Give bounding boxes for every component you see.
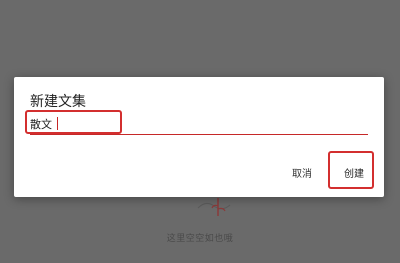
cancel-button[interactable]: 取消: [292, 165, 312, 180]
new-collection-dialog: 新建文集 取消 创建: [14, 77, 384, 197]
empty-state-text: 这里空空如也哦: [166, 234, 234, 244]
input-highlight-box: [25, 110, 122, 134]
create-highlight-box: [328, 151, 374, 189]
empty-state-illustration: [197, 198, 231, 216]
dialog-title: 新建文集: [30, 94, 86, 110]
